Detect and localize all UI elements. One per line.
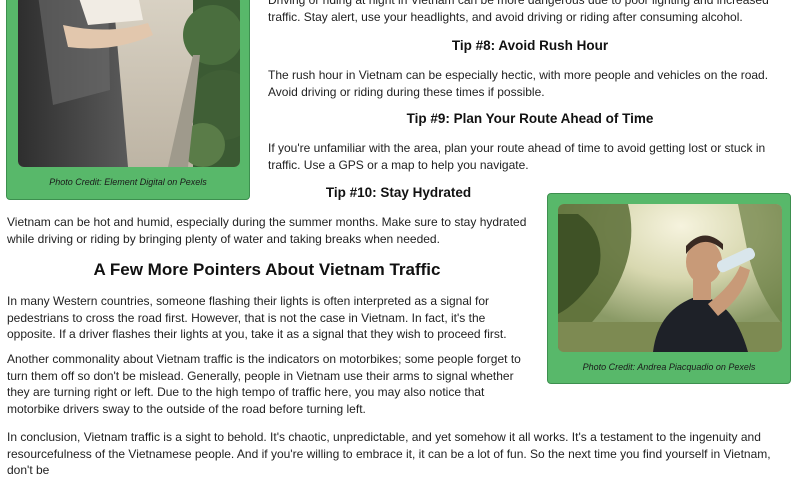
photo-man-drinking (558, 204, 782, 352)
photo-card-left: Photo Credit: Element Digital on Pexels (6, 0, 250, 200)
conclusion-paragraph: In conclusion, Vietnam traffic is a sigh… (7, 430, 771, 477)
photo-man-drinking-image (558, 204, 782, 352)
tip9-paragraph: If you're unfamiliar with the area, plan… (268, 141, 766, 172)
photo-card-right: Photo Credit: Andrea Piacquadio on Pexel… (547, 193, 791, 384)
photo-car-window-image (18, 0, 240, 167)
tip9-heading: Tip #9: Plan Your Route Ahead of Time (406, 111, 654, 126)
pointers-heading: A Few More Pointers About Vietnam Traffi… (93, 260, 441, 279)
photo-car-window (18, 0, 240, 167)
night-driving-paragraph: Driving or riding at night in Vietnam ca… (268, 0, 769, 24)
pointers-paragraph-2: Another commonality about Vietnam traffi… (7, 352, 521, 416)
photo-credit-right: Photo Credit: Andrea Piacquadio on Pexel… (582, 362, 756, 372)
tip8-paragraph: The rush hour in Vietnam can be especial… (268, 68, 769, 99)
tip8-heading: Tip #8: Avoid Rush Hour (451, 38, 609, 53)
tip10-paragraph: Vietnam can be hot and humid, especially… (7, 215, 527, 246)
pointers-paragraph-1: In many Western countries, someone flash… (7, 294, 507, 341)
